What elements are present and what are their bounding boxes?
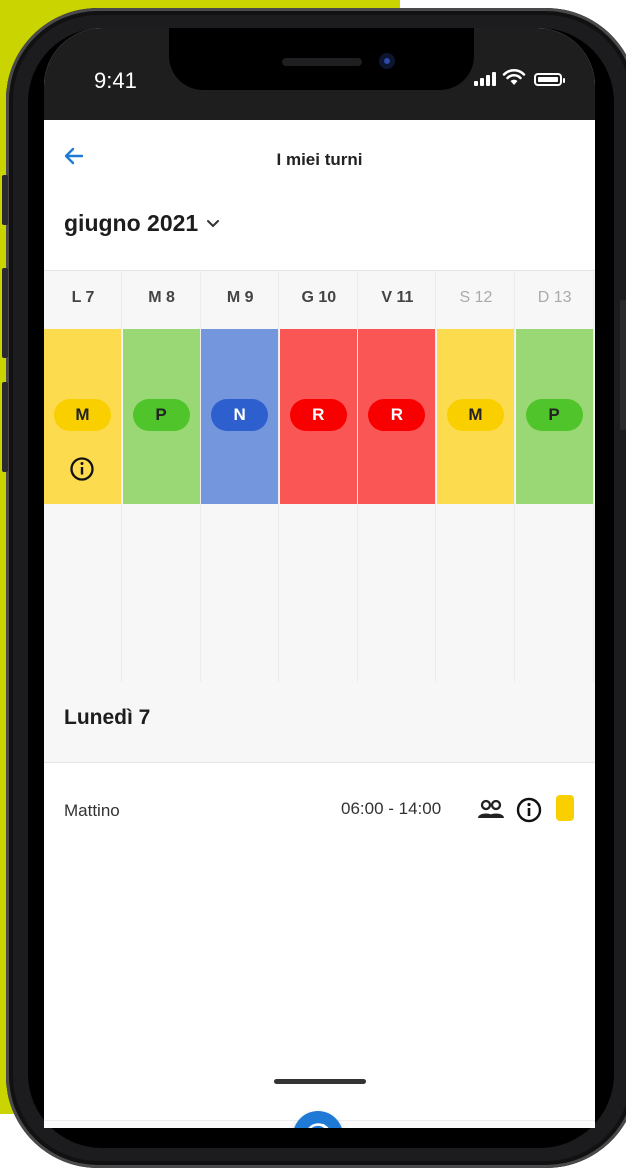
day-label: G 10 [301,289,337,306]
shift-code-pill: R [368,399,426,431]
shift-color-badge [556,795,574,821]
day-column[interactable]: M 9 N [201,271,280,683]
shift-block[interactable]: P [122,329,200,504]
user-sync-icon [308,1123,329,1128]
people-icon[interactable] [476,799,506,821]
shift-block[interactable]: N [201,329,279,504]
bottom-navigation [44,1111,595,1128]
shift-time: 06:00 - 14:00 [341,799,442,818]
shift-block[interactable]: M [437,329,514,504]
chevron-down-icon [207,219,220,227]
shift-code-pill: P [132,399,190,431]
battery-icon [534,73,565,86]
day-column[interactable]: S 12 M [437,271,515,683]
notch [169,28,474,90]
status-bar: 9:41 [44,28,595,120]
wifi-icon [502,69,526,85]
day-column[interactable]: L 7 M [44,271,122,683]
selected-day-title: Lunedì 7 [64,706,151,729]
page-title: I miei turni [276,150,363,169]
month-selector[interactable]: giugno 2021 [64,210,220,237]
shift-name: Mattino [64,801,120,820]
shift-code-pill: M [54,399,111,431]
speaker [282,58,362,66]
volume-up-button [2,268,8,358]
shift-block[interactable]: M [44,329,121,504]
day-label: M 9 [226,289,254,306]
day-label: L 7 [71,289,95,306]
app-content: I miei turni giugno 2021 L 7 M M 8 P M 9 N G 1… [44,120,595,1128]
phone-screen: 9:41 I miei turni giugno 2021 L 7 M M 8 P… [44,28,595,1128]
info-icon[interactable] [516,797,542,823]
selected-day-header: Lunedì 7 [44,682,595,763]
info-icon[interactable] [69,456,95,482]
shift-block[interactable]: P [515,329,593,504]
day-column[interactable]: M 8 P [122,271,201,683]
day-column[interactable]: D 13 P [515,271,594,683]
day-column[interactable]: V 11 R [358,271,437,683]
month-label: giugno 2021 [64,210,199,236]
power-button [620,300,626,430]
day-label: S 12 [459,289,493,306]
day-label: D 13 [537,289,572,306]
app-header: I miei turni [44,120,595,200]
day-column[interactable]: G 10 R [279,271,358,683]
week-calendar: L 7 M M 8 P M 9 N G 10 R V 11 R S 12 M D 13 P [44,270,595,684]
status-time: 9:41 [94,68,137,93]
home-indicator [274,1079,366,1084]
signal-icon [474,72,496,86]
month-row: giugno 2021 [44,200,595,270]
day-label: M 8 [148,289,175,306]
front-camera [379,53,395,69]
shift-code-pill: N [211,399,269,431]
shift-code-pill: M [447,399,504,431]
mute-switch [2,175,8,225]
shift-block[interactable]: R [279,329,357,504]
volume-down-button [2,382,8,472]
shift-block[interactable]: R [358,329,436,504]
shift-row[interactable]: Mattino 06:00 - 14:00 [44,763,595,859]
shift-code-pill: P [525,399,583,431]
day-label: V 11 [381,289,414,306]
shift-code-pill: R [289,399,347,431]
